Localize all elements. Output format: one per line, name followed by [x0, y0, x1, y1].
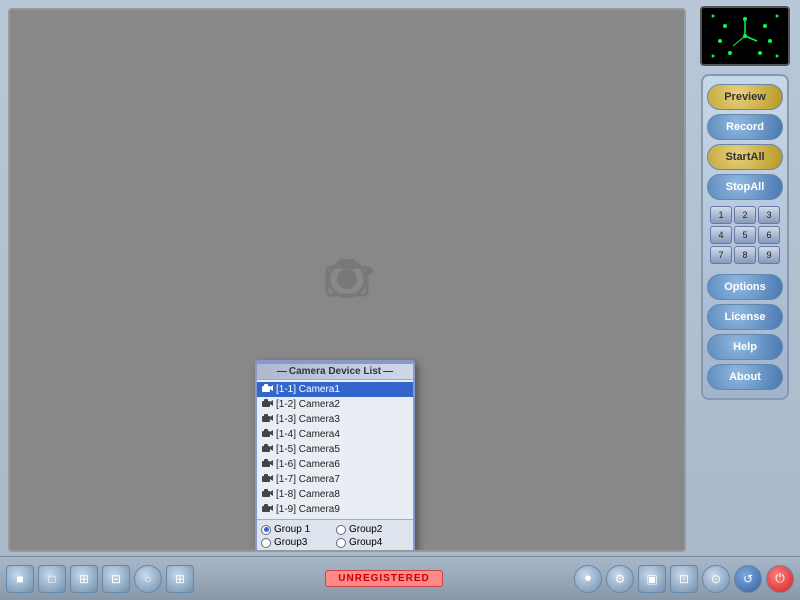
main-container: Camera Device List [1-1] Camera1 [1-2] C…	[0, 0, 800, 600]
group-label: Group 1	[274, 524, 310, 535]
group-radio-group3[interactable]: Group3	[261, 537, 334, 548]
group-section: Group 1 Group2 Group3 Group4	[257, 519, 413, 552]
camera-item-label: [1-5] Camera5	[276, 444, 340, 455]
camera-list-item[interactable]: [1-7] Camera7	[257, 472, 413, 487]
bottom-btn-cam[interactable]: ⊡	[670, 565, 698, 593]
camera-list-item[interactable]: [1-9] Camera9	[257, 502, 413, 517]
camera-watermark	[307, 239, 387, 322]
group-radio-group2[interactable]: Group2	[336, 524, 409, 535]
num-btn-8[interactable]: 8	[734, 246, 756, 264]
num-btn-4[interactable]: 4	[710, 226, 732, 244]
camera-list: [1-1] Camera1 [1-2] Camera2 [1-3] Camera…	[257, 380, 413, 519]
bottom-btn-grid9[interactable]: ⊞	[166, 565, 194, 593]
num-btn-1[interactable]: 1	[710, 206, 732, 224]
camera-item-label: [1-7] Camera7	[276, 474, 340, 485]
camera-list-item[interactable]: [1-4] Camera4	[257, 427, 413, 442]
control-panel: Preview Record StartAll StopAll 123 456 78…	[701, 74, 789, 400]
top-area: Camera Device List [1-1] Camera1 [1-2] C…	[0, 0, 800, 556]
bottom-btn-grid2[interactable]: ⊞	[70, 565, 98, 593]
camera-item-label: [1-9] Camera9	[276, 504, 340, 515]
camera-item-icon	[261, 383, 273, 396]
camera-list-popup: Camera Device List [1-1] Camera1 [1-2] C…	[255, 360, 415, 552]
bottom-btn-power[interactable]: ⏻	[766, 565, 794, 593]
num-btn-7[interactable]: 7	[710, 246, 732, 264]
about-button[interactable]: About	[707, 364, 783, 390]
bottom-btn-tool[interactable]: ⚙	[606, 565, 634, 593]
startall-button[interactable]: StartAll	[707, 144, 783, 170]
group-label: Group4	[349, 537, 382, 548]
camera-item-icon	[261, 428, 273, 441]
camera-item-icon	[261, 458, 273, 471]
help-button[interactable]: Help	[707, 334, 783, 360]
camera-item-icon	[261, 443, 273, 456]
group-label: Group2	[349, 524, 382, 535]
camera-item-label: [1-8] Camera8	[276, 489, 340, 500]
num-btn-6[interactable]: 6	[758, 226, 780, 244]
camera-item-label: [1-4] Camera4	[276, 429, 340, 440]
camera-item-icon	[261, 398, 273, 411]
camera-list-item[interactable]: [1-3] Camera3	[257, 412, 413, 427]
camera-list-item[interactable]: [1-5] Camera5	[257, 442, 413, 457]
num-btn-2[interactable]: 2	[734, 206, 756, 224]
camera-list-item[interactable]: [1-6] Camera6	[257, 457, 413, 472]
clock-svg	[705, 11, 785, 61]
camera-item-label: [1-2] Camera2	[276, 399, 340, 410]
number-grid: 123 456 789	[710, 206, 780, 264]
radio-dot	[261, 538, 271, 548]
camera-item-label: [1-6] Camera6	[276, 459, 340, 470]
bottom-btn-rec[interactable]: ⏺	[574, 565, 602, 593]
camera-list-item[interactable]: [1-8] Camera8	[257, 487, 413, 502]
camera-list-item[interactable]: [1-2] Camera2	[257, 397, 413, 412]
group-radio-group1[interactable]: Group 1	[261, 524, 334, 535]
status-badge: UNREGISTERED	[325, 570, 442, 587]
group-label: Group3	[274, 537, 307, 548]
clock-display	[700, 6, 790, 66]
stopall-button[interactable]: StopAll	[707, 174, 783, 200]
bottom-btn-circle2[interactable]: ⊙	[702, 565, 730, 593]
camera-item-label: [1-1] Camera1	[276, 384, 340, 395]
bottom-btn-refresh[interactable]: ↺	[734, 565, 762, 593]
camera-item-icon	[261, 488, 273, 501]
radio-dot	[261, 525, 271, 535]
video-area: Camera Device List [1-1] Camera1 [1-2] C…	[8, 8, 686, 552]
bottom-btn-circle1[interactable]: ○	[134, 565, 162, 593]
license-button[interactable]: License	[707, 304, 783, 330]
preview-button[interactable]: Preview	[707, 84, 783, 110]
radio-dot	[336, 525, 346, 535]
popup-title: Camera Device List	[257, 364, 413, 380]
camera-item-label: [1-3] Camera3	[276, 414, 340, 425]
num-btn-9[interactable]: 9	[758, 246, 780, 264]
num-btn-5[interactable]: 5	[734, 226, 756, 244]
bottom-btn-grid4[interactable]: ⊟	[102, 565, 130, 593]
group-radio-group4[interactable]: Group4	[336, 537, 409, 548]
camera-item-icon	[261, 503, 273, 516]
record-button[interactable]: Record	[707, 114, 783, 140]
radio-dot	[336, 538, 346, 548]
right-panel: Preview Record StartAll StopAll 123 456 78…	[690, 0, 800, 556]
bottom-bar: ■ □ ⊞ ⊟ ○ ⊞ UNREGISTERED ⏺ ⚙ ▣ ⊡ ⊙ ↺ ⏻	[0, 556, 800, 600]
options-button[interactable]: Options	[707, 274, 783, 300]
num-btn-3[interactable]: 3	[758, 206, 780, 224]
camera-item-icon	[261, 473, 273, 486]
camera-item-icon	[261, 413, 273, 426]
bottom-btn-stop[interactable]: ■	[6, 565, 34, 593]
camera-list-item[interactable]: [1-1] Camera1	[257, 382, 413, 397]
bottom-btn-square[interactable]: □	[38, 565, 66, 593]
bottom-btn-screen[interactable]: ▣	[638, 565, 666, 593]
